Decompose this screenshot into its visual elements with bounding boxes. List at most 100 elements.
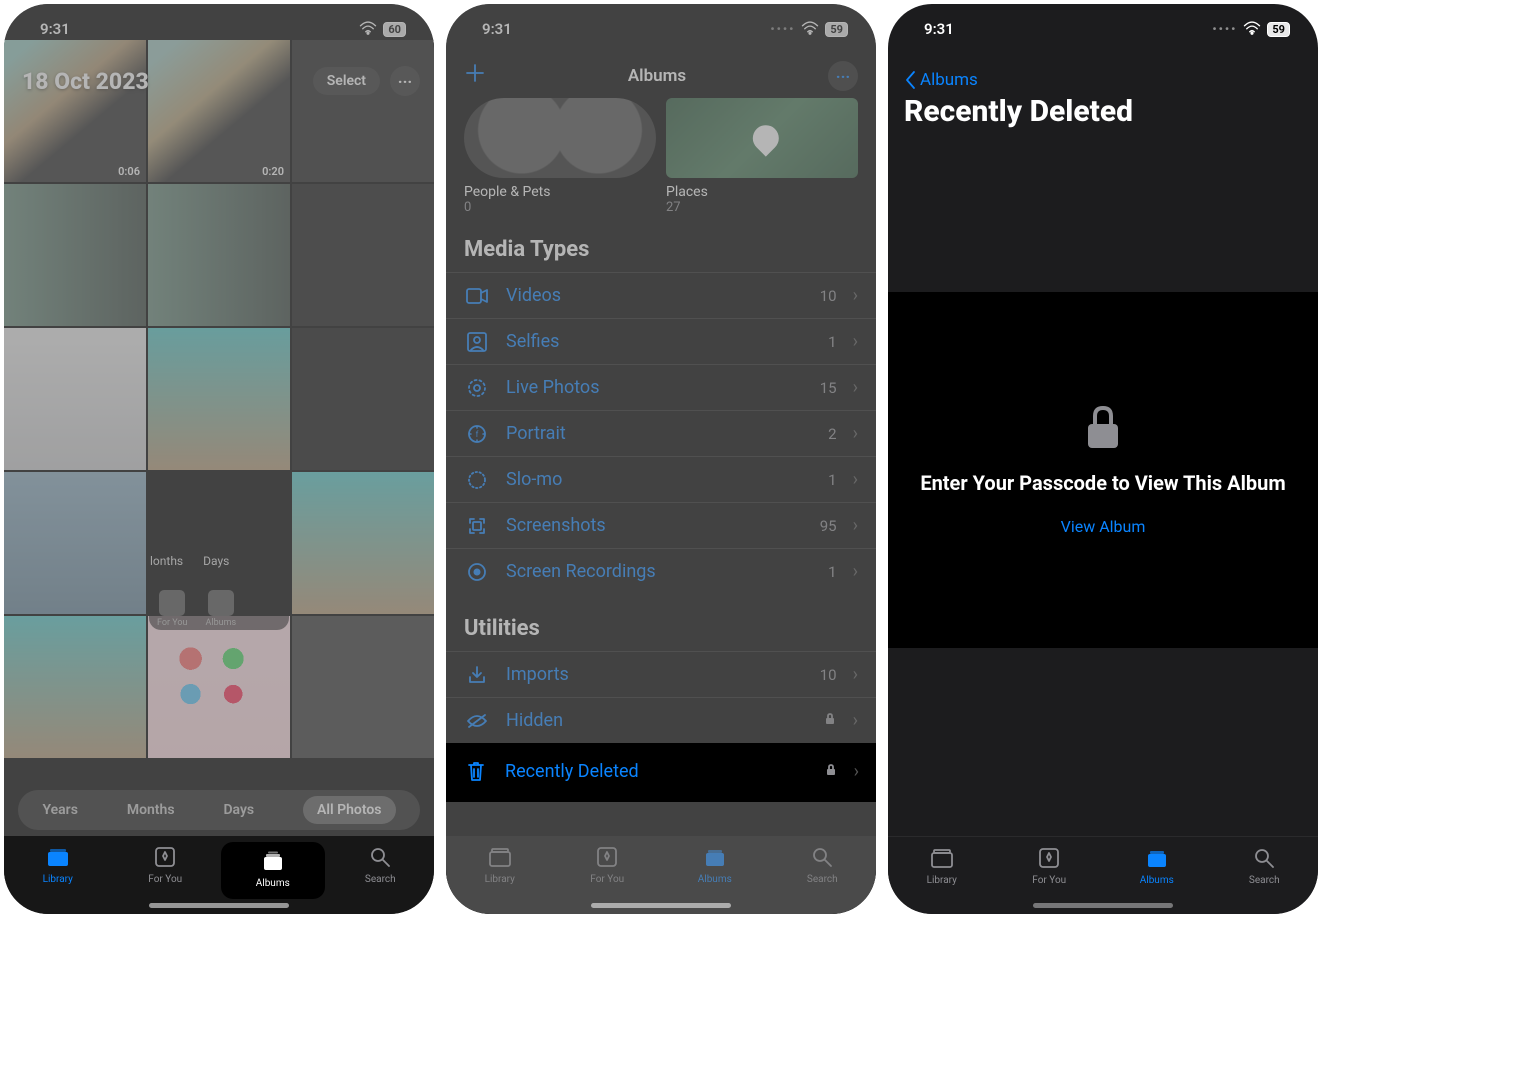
photo-thumb[interactable] [148, 328, 290, 470]
screen-library: 9:31 60 18 Oct 2023 Select ··· 0:06 0:20 [4, 4, 434, 914]
status-bar: 9:31 •••• 59 [888, 4, 1318, 54]
photo-thumb[interactable] [292, 328, 434, 470]
tab-foryou[interactable]: For You [115, 844, 215, 885]
chevron-right-icon: › [853, 515, 858, 536]
row-videos[interactable]: Videos 10 › [446, 272, 876, 318]
add-button[interactable] [464, 61, 486, 91]
seg-days[interactable]: Days [223, 802, 254, 818]
photo-thumb[interactable] [148, 616, 290, 758]
photo-thumb[interactable] [4, 328, 146, 470]
chevron-right-icon: › [853, 423, 858, 444]
home-indicator[interactable] [1033, 903, 1173, 908]
more-button[interactable]: ··· [828, 61, 858, 91]
row-selfies[interactable]: Selfies 1 › [446, 318, 876, 364]
search-icon [330, 844, 430, 870]
row-slomo[interactable]: Slo-mo 1 › [446, 456, 876, 502]
row-recently-deleted[interactable]: Recently Deleted › [446, 743, 876, 802]
albums-icon [223, 848, 323, 874]
chevron-left-icon [904, 70, 916, 90]
row-hidden[interactable]: Hidden › [446, 697, 876, 743]
albums-icon [1107, 845, 1207, 871]
live-icon [464, 378, 490, 398]
photo-thumb[interactable] [292, 184, 434, 326]
mini-segmented: lonths Days [150, 554, 229, 568]
albums-icon [665, 844, 765, 870]
tab-search[interactable]: Search [1214, 845, 1314, 886]
photo-thumb[interactable] [292, 40, 434, 182]
cellular-dots: •••• [770, 22, 795, 36]
status-time: 9:31 [482, 20, 512, 38]
tab-albums[interactable]: Albums [665, 844, 765, 885]
album-people-pets[interactable]: People & Pets 0 [464, 98, 656, 215]
photo-thumb[interactable] [148, 184, 290, 326]
portrait-icon: f [464, 424, 490, 444]
video-icon [464, 288, 490, 304]
more-button[interactable]: ··· [390, 66, 420, 96]
library-icon [8, 844, 108, 870]
mini-tabbar: For You Albums [149, 584, 289, 630]
screenshot-icon [464, 516, 490, 536]
import-icon [464, 665, 490, 685]
row-portrait[interactable]: f Portrait 2 › [446, 410, 876, 456]
section-utilities: Utilities [446, 594, 876, 651]
tab-albums[interactable]: Albums [1107, 845, 1207, 886]
seg-months[interactable]: Months [127, 802, 175, 818]
foryou-icon [115, 844, 215, 870]
tab-search[interactable]: Search [772, 844, 872, 885]
row-screen-recordings[interactable]: Screen Recordings 1 › [446, 548, 876, 594]
nav-title: Albums [628, 66, 686, 86]
trash-icon [463, 760, 489, 782]
home-indicator[interactable] [149, 903, 289, 908]
seg-all-photos[interactable]: All Photos [303, 796, 395, 824]
tab-library[interactable]: Library [8, 844, 108, 885]
video-duration: 0:06 [118, 165, 140, 178]
chevron-right-icon: › [853, 285, 858, 306]
wifi-icon [801, 21, 819, 38]
slomo-icon [464, 470, 490, 490]
tab-search[interactable]: Search [330, 844, 430, 885]
lock-prompt: Enter Your Passcode to View This Album [920, 470, 1285, 497]
ellipsis-icon: ··· [398, 72, 412, 91]
row-live-photos[interactable]: Live Photos 15 › [446, 364, 876, 410]
row-screenshots[interactable]: Screenshots 95 › [446, 502, 876, 548]
photo-thumb[interactable] [4, 472, 146, 614]
tab-library[interactable]: Library [892, 845, 992, 886]
cellular-dots: •••• [1212, 22, 1237, 36]
chevron-right-icon: › [853, 561, 858, 582]
battery-level: 59 [825, 22, 848, 37]
hidden-icon [464, 713, 490, 729]
photo-thumb[interactable] [4, 184, 146, 326]
album-places[interactable]: Places 27 [666, 98, 858, 215]
photo-thumb[interactable] [292, 472, 434, 614]
nav-bar: Albums ··· [446, 54, 876, 98]
tab-foryou[interactable]: For You [999, 845, 1099, 886]
places-thumb [666, 98, 858, 178]
chevron-right-icon: › [854, 761, 859, 782]
home-indicator[interactable] [591, 903, 731, 908]
search-icon [772, 844, 872, 870]
seg-years[interactable]: Years [42, 802, 77, 818]
video-duration: 0:20 [262, 165, 284, 178]
photo-thumb[interactable]: 0:06 [4, 40, 146, 182]
photo-grid: 0:06 0:20 [4, 40, 434, 758]
screen-albums: 9:31 •••• 59 Albums ··· People & Pets 0 … [446, 4, 876, 914]
library-icon [450, 844, 550, 870]
library-date: 18 Oct 2023 [22, 68, 149, 95]
chevron-right-icon: › [853, 331, 858, 352]
view-album-button[interactable]: View Album [1061, 517, 1146, 536]
tab-foryou[interactable]: For You [557, 844, 657, 885]
foryou-icon [557, 844, 657, 870]
back-button[interactable]: Albums [904, 70, 1302, 90]
status-bar: 9:31 •••• 59 [446, 4, 876, 54]
row-imports[interactable]: Imports 10 › [446, 651, 876, 697]
segmented-control[interactable]: Years Months Days All Photos [18, 790, 420, 830]
tab-library[interactable]: Library [450, 844, 550, 885]
select-button[interactable]: Select [313, 67, 380, 95]
photo-thumb[interactable]: 0:20 [148, 40, 290, 182]
tab-albums[interactable]: Albums [223, 844, 323, 897]
photo-thumb[interactable] [4, 616, 146, 758]
screenrec-icon [464, 562, 490, 582]
photo-thumb[interactable] [292, 616, 434, 758]
search-icon [1214, 845, 1314, 871]
section-media-types: Media Types [446, 215, 876, 272]
